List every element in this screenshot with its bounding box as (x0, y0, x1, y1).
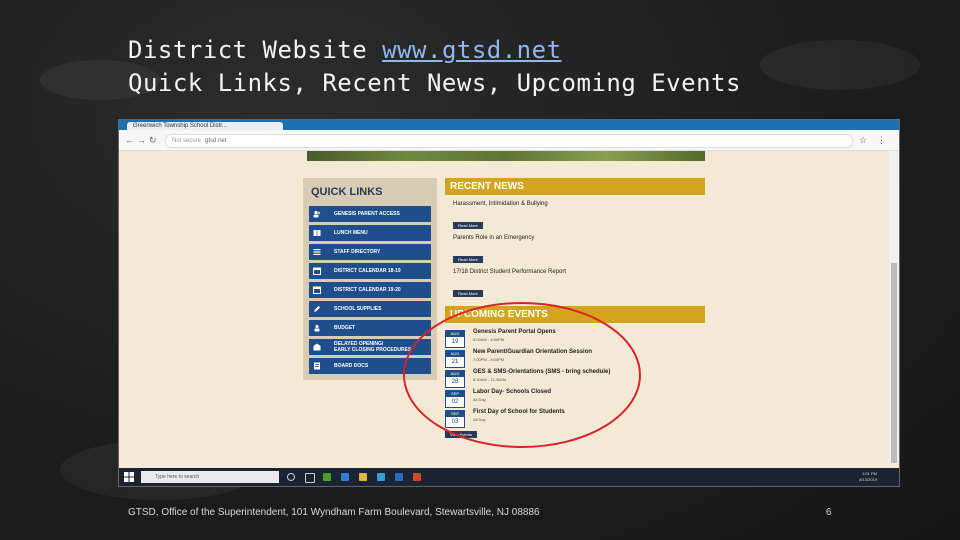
quick-links-title: QUICK LINKS (311, 186, 383, 198)
quick-link-label: DISTRICT CALENDAR 19-20 (334, 287, 401, 293)
quick-link-calendar-1819[interactable]: DISTRICT CALENDAR 18-19 (309, 263, 431, 279)
news-item-title[interactable]: 17/18 District Student Performance Repor… (453, 269, 566, 275)
slide-footer: GTSD, Office of the Superintendent, 101 … (128, 507, 540, 518)
news-item-title[interactable]: Parents Role in an Emergency (453, 235, 534, 241)
quick-link-genesis[interactable]: GENESIS PARENT ACCESS (309, 206, 431, 222)
quick-link-label: BUDGET (334, 325, 356, 331)
book-icon (313, 230, 321, 236)
slide-title: District Website www.gtsd.net Quick Link… (128, 34, 741, 100)
quick-link-staff-directory[interactable]: STAFF DIRECTORY (309, 244, 431, 260)
hero-image (307, 151, 705, 161)
task-view-icon[interactable] (305, 473, 315, 483)
star-icon[interactable]: ☆ (859, 134, 867, 146)
back-icon[interactable]: ← (125, 134, 134, 146)
quick-link-label: STAFF DIRECTORY (334, 249, 381, 255)
search-placeholder: Type here to search (155, 474, 200, 480)
quick-link-label: DISTRICT CALENDAR 18-19 (334, 268, 401, 274)
quick-link-label: SCHOOL SUPPLIES (334, 306, 382, 312)
quick-link-label: GENESIS PARENT ACCESS (334, 211, 400, 217)
calendar-icon (313, 267, 321, 275)
quick-link-label: BOARD DOCS (334, 363, 369, 369)
red-circle-annotation (403, 302, 641, 448)
users-icon (314, 324, 320, 332)
building-icon (313, 343, 321, 351)
pencil-icon (314, 306, 320, 312)
label-line2: EARLY CLOSING PROCEDURES (334, 347, 412, 353)
url-input[interactable]: Not secure gtsd.net (165, 134, 853, 148)
users-icon (313, 210, 321, 218)
file-explorer-icon[interactable] (359, 473, 367, 481)
browser-tabbar: Greenwich Township School Distr... (119, 120, 899, 130)
read-more-button[interactable]: Read More (453, 290, 483, 297)
edge-icon[interactable] (341, 473, 349, 481)
quick-link-label: LUNCH MENU (334, 230, 368, 236)
menu-icon[interactable]: ⋮ (877, 134, 886, 146)
page-scrollbar[interactable] (889, 151, 899, 463)
recent-news-header: RECENT NEWS (445, 178, 705, 195)
chrome-icon[interactable] (323, 473, 331, 481)
slide-page-number: 6 (826, 507, 832, 518)
recent-news-title: RECENT NEWS (450, 181, 524, 192)
mail-icon[interactable] (395, 473, 403, 481)
browser-tab[interactable]: Greenwich Township School Distr... (127, 122, 283, 130)
refresh-icon[interactable]: ↻ (149, 134, 157, 146)
list-icon (313, 249, 321, 255)
news-item-title[interactable]: Harassment, Intimidation & Bullying (453, 201, 548, 207)
store-icon[interactable] (377, 473, 385, 481)
quick-link-calendar-1920[interactable]: DISTRICT CALENDAR 19-20 (309, 282, 431, 298)
taskbar-search-input[interactable]: Type here to search (141, 471, 279, 483)
calendar-icon (313, 286, 321, 294)
title-line2: Quick Links, Recent News, Upcoming Event… (128, 69, 741, 97)
clock-time: 1:01 PM (862, 471, 877, 476)
quick-link-lunch[interactable]: LUNCH MENU (309, 225, 431, 241)
windows-taskbar: Type here to search 1:01 PM 8/13/2019 (119, 468, 899, 486)
document-icon (314, 362, 320, 370)
security-label: Not secure (172, 138, 202, 144)
website-link[interactable]: www.gtsd.net (382, 36, 561, 64)
title-prefix: District Website (128, 36, 383, 64)
read-more-button[interactable]: Read More (453, 256, 483, 263)
windows-start-icon[interactable] (124, 472, 134, 482)
read-more-button[interactable]: Read More (453, 222, 483, 229)
powerpoint-icon[interactable] (413, 473, 421, 481)
clock-date: 8/13/2019 (859, 477, 877, 482)
taskbar-clock[interactable]: 1:01 PM 8/13/2019 (847, 471, 877, 483)
forward-icon[interactable]: → (137, 134, 146, 146)
url-text: gtsd.net (205, 138, 227, 144)
quick-link-label: DELAYED OPENING/EARLY CLOSING PROCEDURES (334, 341, 411, 353)
address-bar: ← → ↻ Not secure gtsd.net ☆ ⋮ (119, 130, 899, 151)
scrollbar-thumb[interactable] (891, 263, 897, 463)
cortana-icon[interactable] (287, 473, 295, 481)
